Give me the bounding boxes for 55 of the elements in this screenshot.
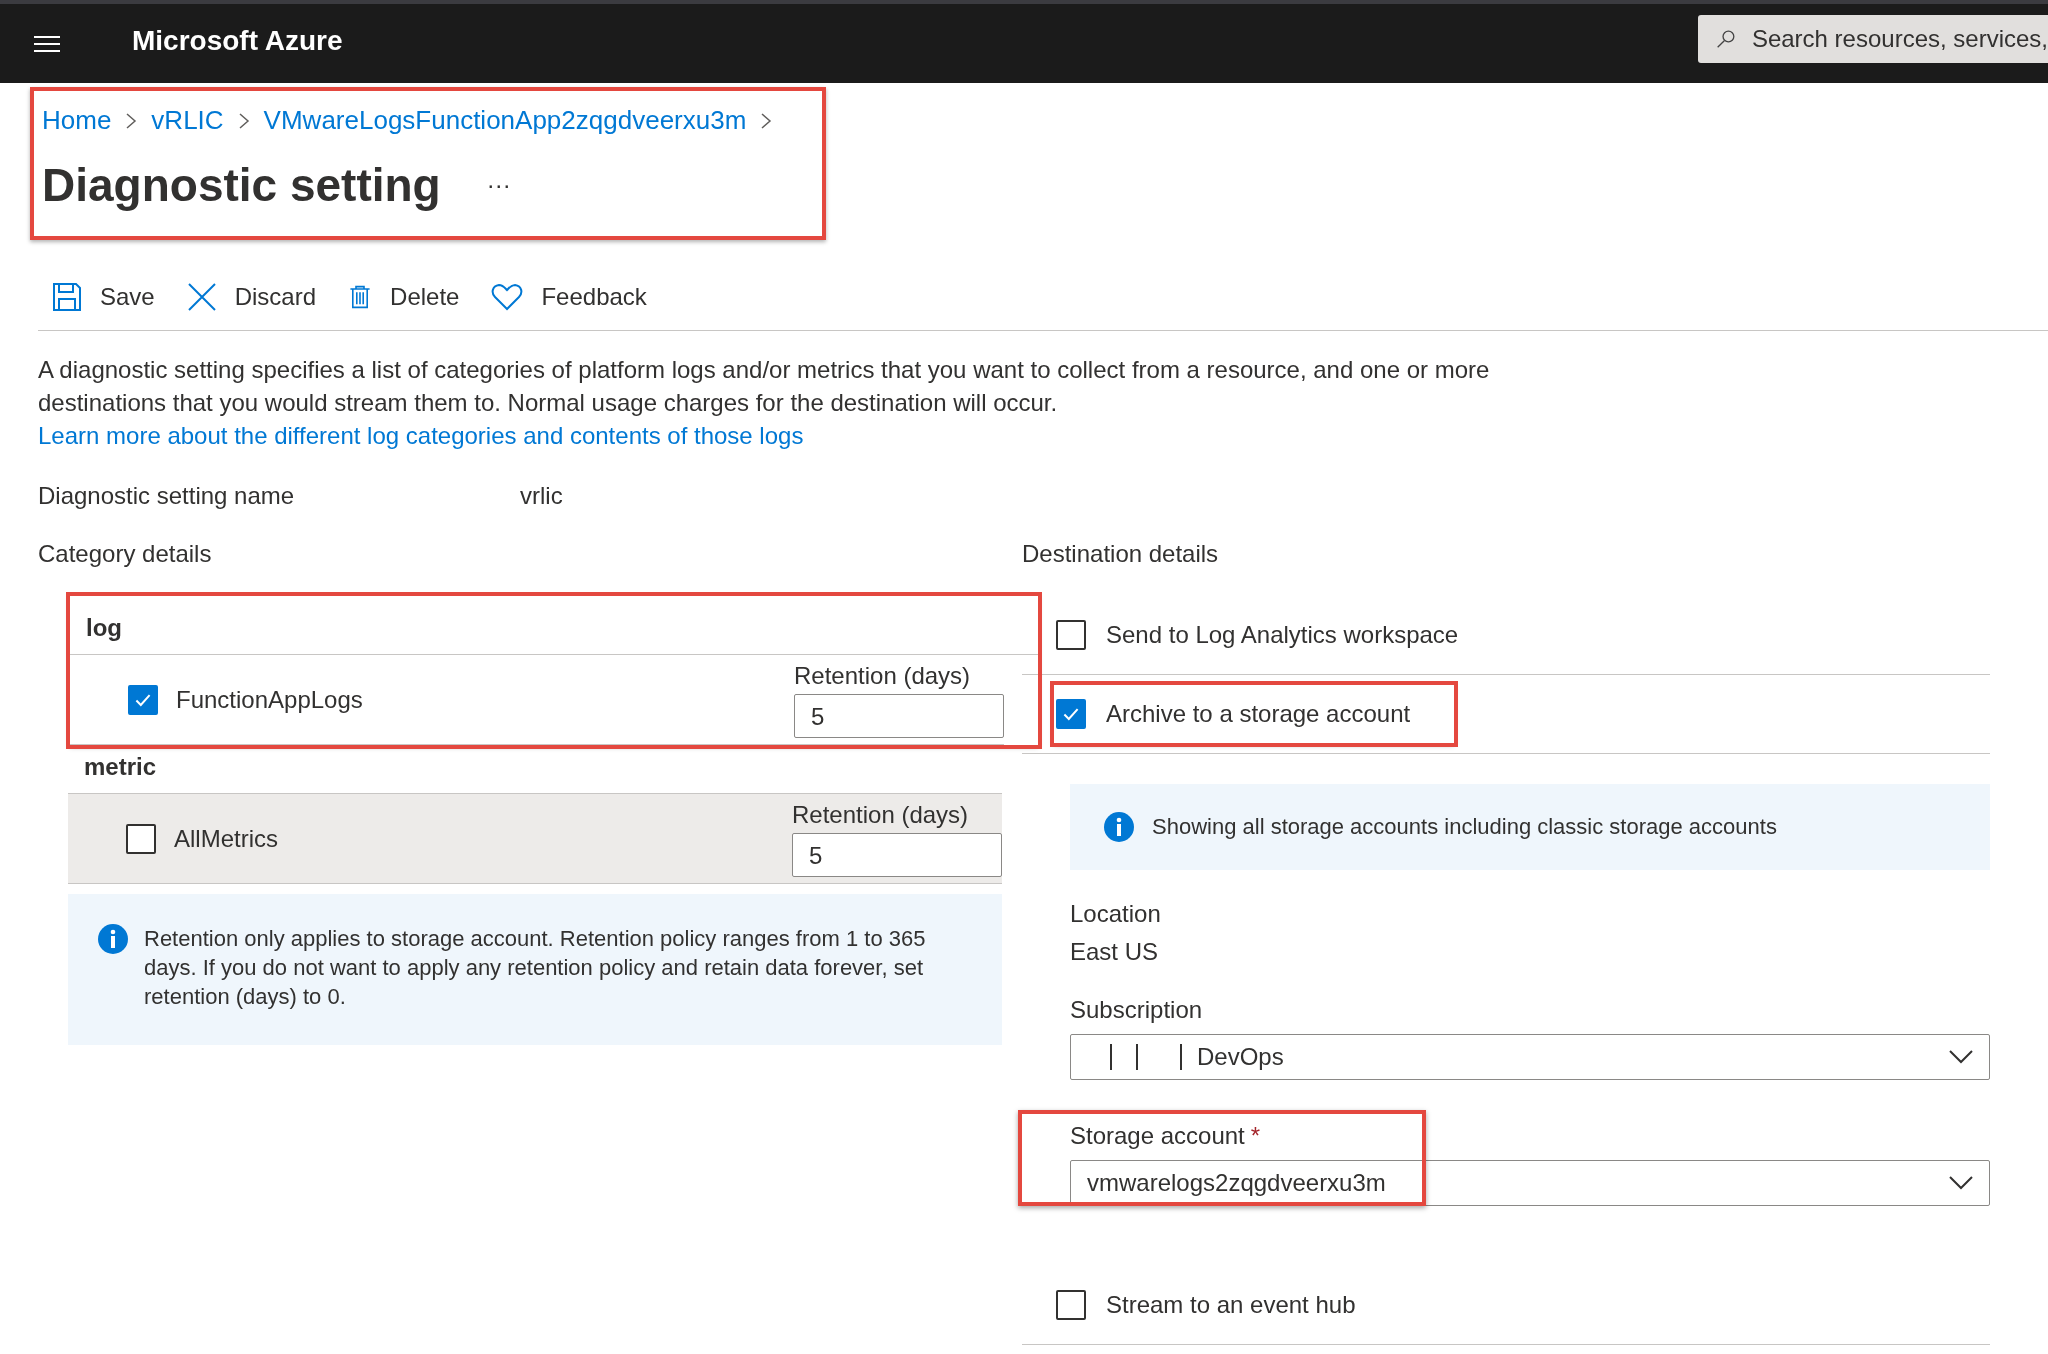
retention-input[interactable]: 5 (792, 832, 1002, 877)
menu-icon[interactable] (34, 33, 60, 54)
checkbox[interactable] (1056, 620, 1086, 650)
category-row[interactable]: AllMetrics Retention (days) 5 (68, 794, 1002, 884)
field-label: Storage account (1070, 1122, 1245, 1149)
section-heading: Category details (38, 540, 213, 568)
dropdown-value: DevOps (1197, 1043, 1284, 1071)
description-text: A diagnostic setting specifies a list of categories of platform logs and/or metrics that you want to collect from a resource, and one or more destinations that you would stream them to. Normal usage charges for the destination will occur. Learn more about the different log categories and contents of those logs (38, 355, 1491, 451)
field-label: Diagnostic setting name (38, 482, 296, 510)
category-label: FunctionAppLogs (176, 685, 364, 714)
checkbox[interactable] (1056, 1290, 1086, 1320)
chevron-down-icon (1949, 1176, 1973, 1190)
checkbox[interactable] (128, 684, 158, 715)
info-text: Retention only applies to storage account. Retention policy ranges from 1 to 365 days. If you do not want to apply any retention policy and retain data forever, set retention (days) to 0. (144, 925, 927, 1011)
chevron-down-icon (1949, 1050, 1973, 1064)
chevron-right-icon (125, 111, 138, 130)
destination-label: Archive to a storage account (1106, 700, 1411, 728)
info-icon (1104, 812, 1134, 842)
field-label: Retention (days) (794, 661, 972, 690)
save-icon (52, 282, 82, 312)
info-icon (98, 924, 128, 954)
required-mark: * (1250, 1122, 1261, 1149)
dropdown-value: vmwarelogs2zqgdveerxu3m (1087, 1169, 1386, 1197)
breadcrumb-link[interactable]: vRLIC (151, 105, 224, 136)
checkbox[interactable] (126, 823, 156, 854)
destination-label: Send to Log Analytics workspace (1106, 621, 1459, 649)
learn-more-link[interactable]: Learn more about the different log categories and contents of those logs (38, 422, 804, 449)
checkbox[interactable] (1056, 699, 1086, 729)
search-field[interactable]: Search resources, services, (1698, 14, 2048, 63)
page-title: Diagnostic setting (42, 158, 441, 212)
chevron-right-icon (237, 111, 250, 130)
heart-icon (491, 283, 524, 311)
field-label: Location (1070, 900, 1161, 927)
app-title: Microsoft Azure (132, 24, 344, 57)
breadcrumb-link[interactable]: VMwareLogsFunctionApp2zqgdveerxu3m (263, 105, 747, 136)
dropdown[interactable]: vmwarelogs2zqgdveerxu3m (1070, 1160, 1990, 1206)
save-button[interactable]: Save (52, 278, 155, 316)
feedback-button[interactable]: Feedback (491, 278, 647, 316)
info-text: Showing all storage accounts including classic storage accounts (1152, 814, 1777, 840)
discard-button[interactable]: Discard (186, 278, 317, 316)
close-icon (186, 282, 217, 312)
destination-label: Stream to an event hub (1106, 1291, 1356, 1319)
category-label: AllMetrics (174, 824, 279, 853)
group-heading: log (70, 596, 1038, 655)
field-label: Subscription (1070, 996, 1203, 1023)
breadcrumb-link[interactable]: Home (42, 105, 112, 136)
more-actions-button[interactable]: ··· (486, 171, 511, 199)
chevron-right-icon (760, 111, 773, 130)
delete-button[interactable]: Delete (348, 278, 460, 316)
field-label: Retention (days) (792, 800, 970, 829)
setting-name-value: vrlic (520, 482, 563, 510)
dropdown[interactable]: DevOps (1070, 1034, 1990, 1080)
retention-input[interactable]: 5 (794, 693, 1004, 738)
section-heading: Destination details (1022, 540, 1220, 568)
field-value: East US (1070, 938, 1160, 966)
